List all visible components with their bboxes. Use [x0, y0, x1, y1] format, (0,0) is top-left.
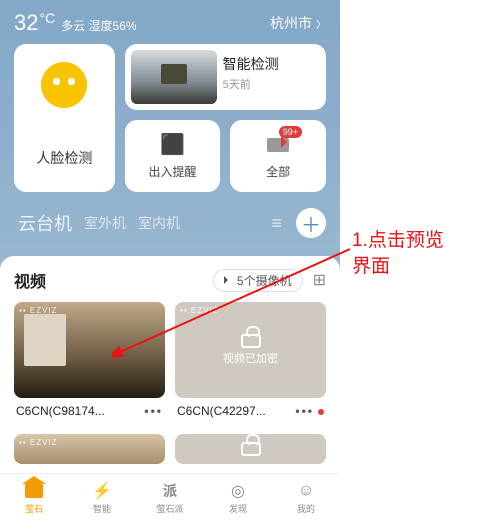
- face-label: 人脸检测: [36, 148, 92, 168]
- camera-card-3[interactable]: ▪▪ EZVIZ: [14, 434, 165, 464]
- nav-pai[interactable]: 派 萤石派: [136, 474, 204, 521]
- lock-icon: [241, 442, 261, 456]
- nav-smart[interactable]: ⚡ 智能: [68, 474, 136, 521]
- camera-preview-2-locked[interactable]: ▪▪ EZVIZ 视频已加密: [175, 302, 326, 398]
- tab-indoor[interactable]: 室内机: [134, 211, 184, 235]
- camera-footer-1: C6CN(C98174... •••: [14, 398, 165, 424]
- nav-discover[interactable]: ◎ 发现: [204, 474, 272, 521]
- nav-smart-label: 智能: [93, 502, 111, 515]
- detect-thumbnail: [131, 50, 217, 104]
- discover-icon: ◎: [231, 481, 245, 501]
- profile-icon: ☺: [298, 481, 314, 501]
- camera-card-2[interactable]: ▪▪ EZVIZ 视频已加密 C6CN(C42297... •••: [175, 302, 326, 424]
- camera-count-pill[interactable]: 5个摄像机: [213, 269, 303, 292]
- weather-bar: 32°C 多云 湿度56% 杭州市 〉: [0, 0, 340, 44]
- annotation-text: 1.点击预览 界面: [352, 228, 444, 279]
- grid-layout-icon[interactable]: ⊞: [313, 270, 326, 290]
- face-icon: [41, 62, 87, 108]
- camera-name-1: C6CN(C98174...: [16, 404, 105, 418]
- mini-cards: ⬛ 出入提醒 99+ 全部: [125, 120, 326, 192]
- chevron-right-icon: 〉: [316, 16, 326, 31]
- nav-discover-label: 发现: [229, 502, 247, 515]
- smart-cards: 人脸检测 智能检测 5天前 ⬛ 出入提醒 99+ 全部: [0, 44, 340, 192]
- video-title: 视频: [14, 268, 46, 292]
- detect-title: 智能检测: [223, 54, 279, 74]
- video-section: 视频 5个摄像机 ⊞ ▪▪ EZVIZ C6CN(C98174... •••: [0, 256, 340, 473]
- all-icon: [266, 133, 290, 157]
- weather-left: 32°C 多云 湿度56%: [14, 10, 137, 36]
- video-header: 视频 5个摄像机 ⊞: [14, 268, 326, 292]
- camera-preview-3[interactable]: ▪▪ EZVIZ: [14, 434, 165, 464]
- tab-outdoor[interactable]: 室外机: [80, 211, 130, 235]
- video-grid: ▪▪ EZVIZ C6CN(C98174... ••• ▪▪ EZVIZ 视频已…: [14, 302, 326, 464]
- temperature: 32°C: [14, 10, 55, 36]
- nav-home[interactable]: 萤石: [0, 474, 68, 521]
- face-detect-card[interactable]: 人脸检测: [14, 44, 115, 192]
- brand-logo: ▪▪ EZVIZ: [19, 306, 58, 315]
- brand-logo: ▪▪ EZVIZ: [19, 438, 58, 447]
- entry-label: 出入提醒: [148, 163, 196, 180]
- bottom-nav: 萤石 ⚡ 智能 派 萤石派 ◎ 发现 ☺ 我的: [0, 473, 340, 521]
- detect-subtitle: 5天前: [223, 76, 279, 92]
- play-icon: [224, 276, 232, 284]
- camera-card-1[interactable]: ▪▪ EZVIZ C6CN(C98174... •••: [14, 302, 165, 424]
- camera-card-4[interactable]: [175, 434, 326, 464]
- home-icon: [25, 481, 43, 501]
- nav-pai-label: 萤石派: [156, 502, 183, 515]
- camera-preview-1[interactable]: ▪▪ EZVIZ: [14, 302, 165, 398]
- camera-count: 5个摄像机: [237, 272, 292, 289]
- camera-preview-4-locked[interactable]: [175, 434, 326, 464]
- more-icon[interactable]: •••: [144, 404, 163, 418]
- nav-mine-label: 我的: [297, 502, 315, 515]
- detect-meta: 智能检测 5天前: [223, 50, 279, 92]
- more-with-badge[interactable]: •••: [295, 404, 324, 418]
- door-icon: ⬛: [160, 133, 184, 157]
- nav-home-label: 萤石: [25, 502, 43, 515]
- entry-alert-card[interactable]: ⬛ 出入提醒: [125, 120, 221, 192]
- lock-icon: [241, 334, 261, 348]
- city-name: 杭州市: [270, 13, 312, 33]
- device-tabs: 云台机 室外机 室内机 ≡ ＋: [0, 192, 340, 248]
- add-button[interactable]: ＋: [296, 208, 326, 238]
- brand-logo: ▪▪ EZVIZ: [180, 306, 219, 315]
- nav-mine[interactable]: ☺ 我的: [272, 474, 340, 521]
- app-screen: 32°C 多云 湿度56% 杭州市 〉 人脸检测 智能检测 5天前 ⬛ 出入提醒: [0, 0, 340, 521]
- locked-label: 视频已加密: [223, 350, 278, 366]
- all-label: 全部: [266, 163, 290, 180]
- smart-detect-card[interactable]: 智能检测 5天前: [125, 44, 326, 110]
- smart-icon: ⚡: [92, 481, 112, 501]
- all-card[interactable]: 99+ 全部: [230, 120, 326, 192]
- notification-dot: [318, 409, 324, 415]
- annotation-line2: 界面: [352, 256, 390, 277]
- tab-ptz[interactable]: 云台机: [14, 208, 76, 238]
- city-selector[interactable]: 杭州市 〉: [270, 13, 326, 33]
- video-controls: 5个摄像机 ⊞: [213, 269, 326, 292]
- camera-footer-2: C6CN(C42297... •••: [175, 398, 326, 424]
- camera-name-2: C6CN(C42297...: [177, 404, 266, 418]
- weather-condition: 多云 湿度56%: [61, 17, 136, 34]
- pai-icon: 派: [163, 481, 177, 501]
- annotation-line1: 1.点击预览: [352, 230, 444, 251]
- menu-icon[interactable]: ≡: [271, 213, 282, 234]
